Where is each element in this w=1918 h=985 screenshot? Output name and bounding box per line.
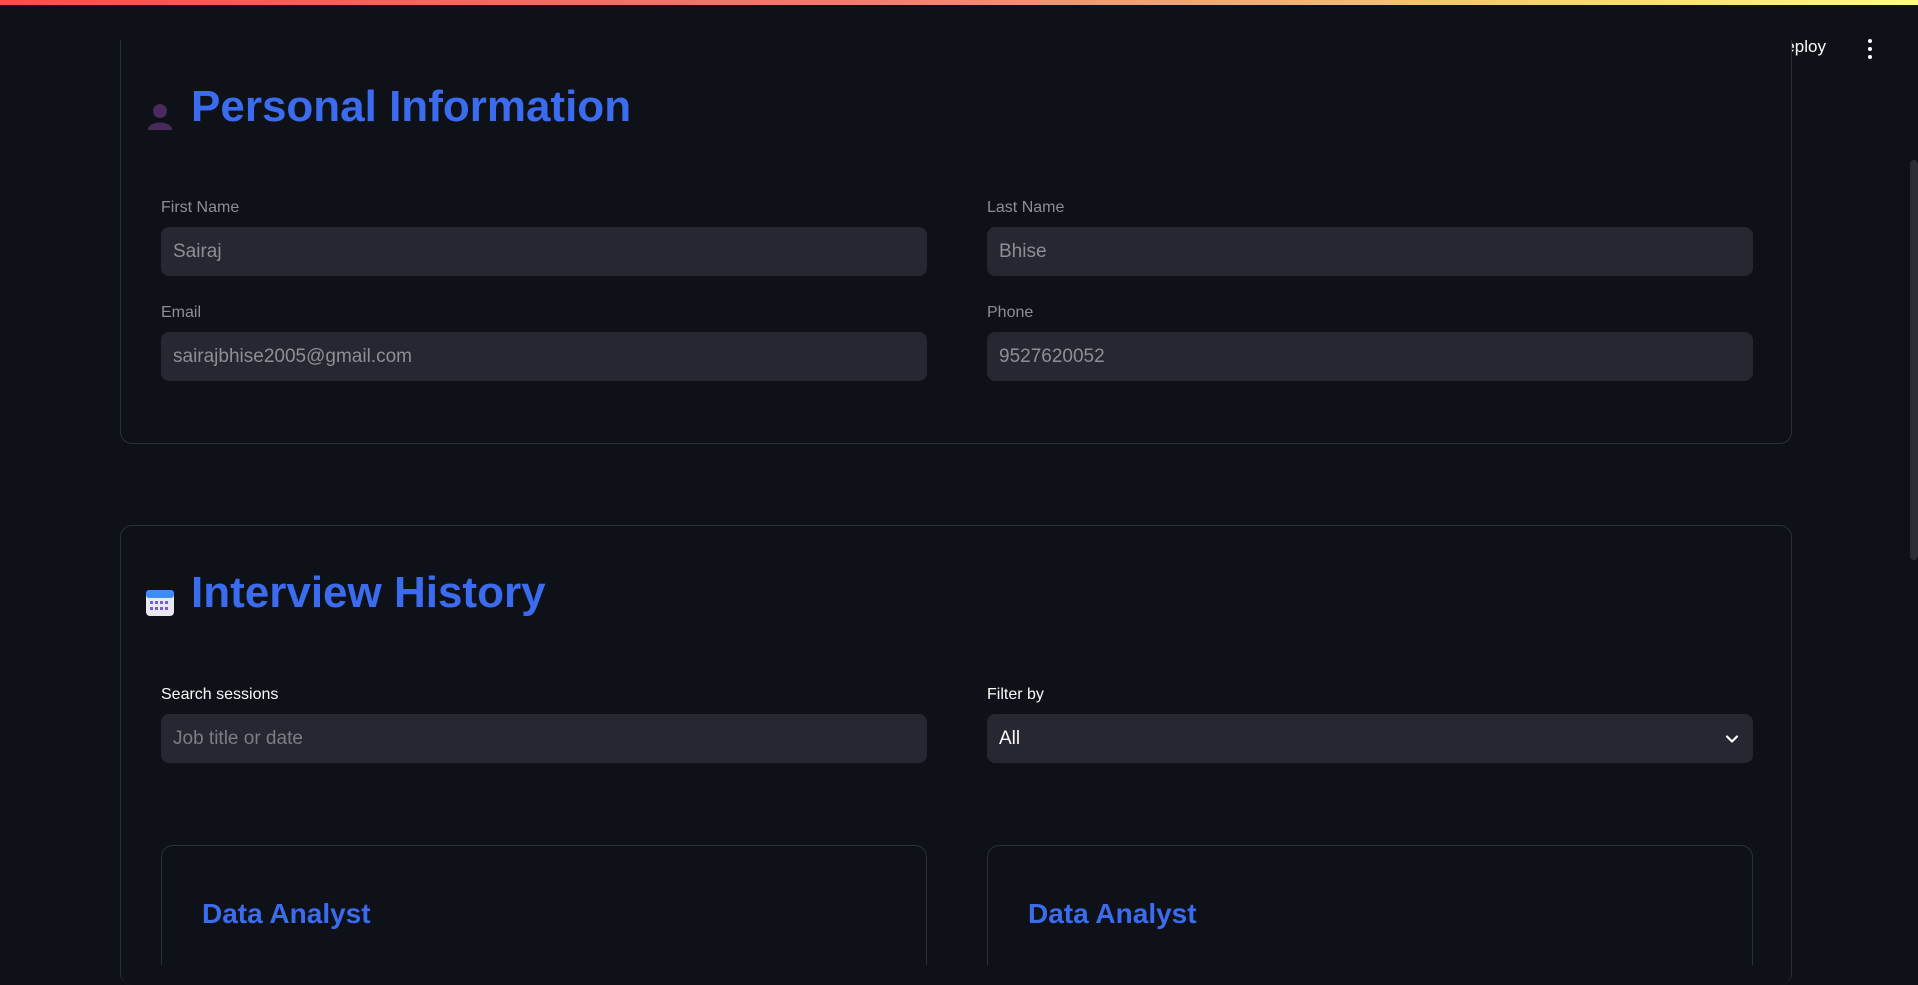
email-field-group: Email sairajbhise2005@gmail.com bbox=[161, 304, 927, 388]
phone-value: 9527620052 bbox=[999, 345, 1105, 367]
personal-information-card: Personal Information First Name Sairaj L… bbox=[120, 40, 1792, 444]
session-card[interactable]: Data Analyst bbox=[987, 845, 1753, 965]
personal-information-heading: Personal Information bbox=[145, 82, 631, 132]
chevron-down-icon bbox=[1723, 730, 1741, 748]
phone-label: Phone bbox=[987, 304, 1034, 321]
first-name-input[interactable]: Sairaj bbox=[161, 227, 927, 276]
email-value: sairajbhise2005@gmail.com bbox=[173, 345, 412, 367]
page-scrollbar[interactable] bbox=[1910, 160, 1918, 560]
session-title: Data Analyst bbox=[202, 898, 371, 929]
search-placeholder: Job title or date bbox=[173, 727, 303, 749]
last-name-input[interactable]: Bhise bbox=[987, 227, 1753, 276]
session-title: Data Analyst bbox=[1028, 898, 1197, 929]
interview-history-card: Interview History Search sessions Job ti… bbox=[120, 525, 1792, 985]
phone-field-group: Phone 9527620052 bbox=[987, 304, 1753, 388]
last-name-label: Last Name bbox=[987, 199, 1065, 216]
filter-selected-value: All bbox=[999, 727, 1021, 749]
email-field[interactable]: sairajbhise2005@gmail.com bbox=[161, 332, 927, 381]
session-card[interactable]: Data Analyst bbox=[161, 845, 927, 965]
filter-field-group: Filter by All bbox=[987, 686, 1753, 770]
search-label: Search sessions bbox=[161, 686, 279, 703]
filter-select[interactable]: All bbox=[987, 714, 1753, 763]
email-label: Email bbox=[161, 304, 202, 321]
first-name-label: First Name bbox=[161, 199, 240, 216]
person-silhouette-icon bbox=[145, 92, 175, 130]
section-title: Interview History bbox=[191, 568, 546, 617]
interview-history-heading: Interview History bbox=[145, 568, 546, 618]
last-name-field-group: Last Name Bhise bbox=[987, 199, 1753, 283]
last-name-value: Bhise bbox=[999, 240, 1047, 262]
filter-label: Filter by bbox=[987, 686, 1044, 703]
first-name-field-group: First Name Sairaj bbox=[161, 199, 927, 283]
more-vertical-icon bbox=[1868, 39, 1872, 43]
phone-field[interactable]: 9527620052 bbox=[987, 332, 1753, 381]
first-name-value: Sairaj bbox=[173, 240, 222, 262]
calendar-icon bbox=[145, 578, 175, 616]
search-input[interactable]: Job title or date bbox=[161, 714, 927, 763]
page-title: Personal Information bbox=[191, 82, 632, 131]
main-menu-button[interactable] bbox=[1860, 37, 1880, 61]
search-field-group: Search sessions Job title or date bbox=[161, 686, 927, 770]
